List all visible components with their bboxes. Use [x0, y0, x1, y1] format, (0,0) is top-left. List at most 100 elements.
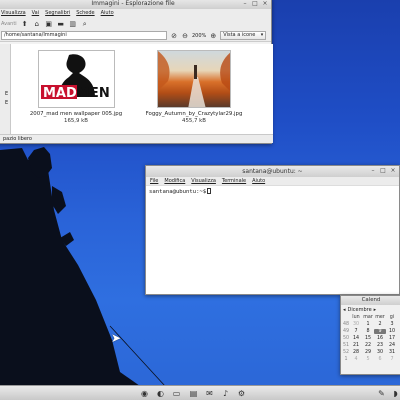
week-number: 51 — [342, 343, 350, 348]
file-view: MAD MEN 2007_mad men wallpaper 005.jpg 1… — [11, 44, 273, 134]
next-month-icon[interactable]: ▸ — [374, 307, 377, 313]
close-icon[interactable]: × — [389, 167, 397, 174]
menu-schede[interactable]: Schede — [76, 9, 94, 17]
up-arrow-icon[interactable]: ⬆ — [21, 20, 29, 28]
calendar-day[interactable]: 1 — [362, 322, 374, 327]
terminal-titlebar[interactable]: santana@ubuntu: ~ – □ × — [146, 166, 399, 177]
calendar-day[interactable]: 23 — [374, 343, 386, 348]
calendar-day[interactable]: 31 — [386, 350, 398, 355]
calendar-title[interactable]: Calend — [341, 296, 400, 305]
calendar-day[interactable]: 22 — [362, 343, 374, 348]
zoom-level: 200% — [192, 32, 207, 39]
file-name: 2007_mad men wallpaper 005.jpg — [29, 111, 123, 117]
calendar-day[interactable]: 15 — [362, 336, 374, 341]
microphone-icon[interactable]: ✎ — [376, 388, 387, 399]
calendar-day[interactable]: 10 — [386, 329, 398, 334]
calendar-day[interactable]: 30 — [350, 322, 362, 327]
menu-visualizza[interactable]: Visualizza — [1, 9, 26, 17]
file-item[interactable]: MAD MEN 2007_mad men wallpaper 005.jpg 1… — [26, 50, 126, 124]
file-thumbnail: MAD MEN — [37, 50, 115, 108]
terminal-prompt: santana@ubuntu:~$ — [149, 189, 207, 195]
location-bar: /home/santana/Immagini ⊘ ⊖ 200% ⊕ Vista … — [0, 30, 271, 42]
calendar-grid: lun mar mer gi 48 30 1 2 3 49 7 8 9 10 50 14 15 16 17 5… — [341, 315, 400, 362]
file-size: 455,7 kB — [182, 118, 206, 124]
volume-icon[interactable]: ◗ — [390, 388, 400, 399]
file-manager-body: E E MAD MEN 2007_mad men wallpaper 005.j… — [0, 44, 273, 134]
madmen-poster-image: MAD MEN — [38, 51, 114, 107]
thumb-text: MEN — [77, 86, 110, 101]
calendar-day[interactable]: 9 — [374, 329, 386, 334]
weekday-header: gi — [389, 315, 395, 320]
menu-modifica[interactable]: Modifica — [164, 177, 185, 185]
file-manager-window: Immagini - Esplorazione file – □ × Visua… — [0, 0, 273, 144]
calendar-day[interactable]: 8 — [362, 329, 374, 334]
terminal-window: santana@ubuntu: ~ – □ × File Modifica Vi… — [145, 165, 400, 295]
thumb-text: MAD — [43, 86, 77, 101]
week-number: 50 — [342, 336, 350, 341]
weekday-header: lun — [352, 315, 360, 320]
clear-icon[interactable]: ⊘ — [170, 32, 178, 40]
music-icon[interactable]: ♪ — [220, 388, 231, 399]
menu-terminale[interactable]: Terminale — [222, 177, 246, 185]
status-bar: pazio libero — [0, 134, 273, 143]
calendar-day[interactable]: 3 — [386, 322, 398, 327]
calendar-day[interactable]: 28 — [350, 350, 362, 355]
calendar-day[interactable]: 24 — [386, 343, 398, 348]
forward-button[interactable]: Avanti — [1, 21, 17, 27]
terminal-menubar: File Modifica Visualizza Terminale Aiuto — [146, 177, 399, 186]
browser-icon[interactable]: ◐ — [155, 388, 166, 399]
calendar-day[interactable]: 17 — [386, 336, 398, 341]
terminal-icon[interactable]: ▭ — [171, 388, 182, 399]
sidebar: E E — [0, 44, 11, 134]
calendar-day[interactable]: 30 — [374, 350, 386, 355]
prev-month-icon[interactable]: ◂ — [343, 307, 346, 313]
view-mode-select[interactable]: Vista a icone — [220, 31, 267, 40]
menu-file[interactable]: File — [150, 177, 158, 185]
file-manager-title: Immagini - Esplorazione file — [91, 0, 175, 7]
calendar-day[interactable]: 7 — [386, 357, 398, 362]
calendar-day[interactable]: 5 — [362, 357, 374, 362]
weekday-header: mer — [375, 315, 385, 320]
file-manager-toolbar: Avanti ⬆ ⌂ ▣ ▬ ▥ ⌕ — [0, 17, 271, 30]
folder-icon[interactable]: ▬ — [57, 20, 65, 28]
calendar-day[interactable]: 29 — [362, 350, 374, 355]
sidebar-letter[interactable]: E — [5, 100, 8, 106]
menu-visualizza[interactable]: Visualizza — [191, 177, 216, 185]
terminal-output[interactable]: santana@ubuntu:~$ — [146, 186, 399, 197]
ubuntu-logo-icon[interactable]: ◉ — [139, 388, 150, 399]
menu-segnalibri[interactable]: Segnalibri — [45, 9, 70, 17]
calendar-day[interactable]: 4 — [350, 357, 362, 362]
home-icon[interactable]: ⌂ — [33, 20, 41, 28]
close-icon[interactable]: × — [261, 0, 269, 7]
desktop: Immagini - Esplorazione file – □ × Visua… — [0, 0, 400, 400]
file-item[interactable]: Foggy_Autumn_by_Crazytylar29.jpg 455,7 k… — [144, 50, 244, 124]
calendar-day[interactable]: 2 — [374, 322, 386, 327]
calendar-day[interactable]: 16 — [374, 336, 386, 341]
mail-icon[interactable]: ✉ — [204, 388, 215, 399]
search-icon[interactable]: ⌕ — [81, 20, 89, 28]
week-number: 48 — [342, 322, 350, 327]
computer-icon[interactable]: ▣ — [45, 20, 53, 28]
sidebar-letter[interactable]: E — [5, 91, 8, 97]
files-icon[interactable]: ▤ — [188, 388, 199, 399]
network-icon[interactable]: ▥ — [69, 20, 77, 28]
calendar-day[interactable]: 7 — [350, 329, 362, 334]
file-thumbnail — [157, 50, 231, 108]
file-manager-titlebar[interactable]: Immagini - Esplorazione file – □ × — [0, 0, 271, 9]
maximize-icon[interactable]: □ — [251, 0, 259, 7]
zoom-out-icon[interactable]: ⊖ — [181, 32, 189, 40]
minimize-icon[interactable]: – — [369, 167, 377, 174]
calendar-day[interactable]: 14 — [350, 336, 362, 341]
settings-icon[interactable]: ⚙ — [236, 388, 247, 399]
location-input[interactable]: /home/santana/Immagini — [1, 31, 167, 40]
minimize-icon[interactable]: – — [241, 0, 249, 7]
calendar-day[interactable]: 21 — [350, 343, 362, 348]
menu-aiuto[interactable]: Aiuto — [101, 9, 114, 17]
maximize-icon[interactable]: □ — [379, 167, 387, 174]
menu-aiuto[interactable]: Aiuto — [252, 177, 265, 185]
terminal-title: santana@ubuntu: ~ — [242, 168, 303, 175]
menu-vai[interactable]: Vai — [32, 9, 40, 17]
dock-panel: ◉ ◐ ▭ ▤ ✉ ♪ ⚙ ✎ ◗ — [0, 385, 400, 400]
calendar-day[interactable]: 6 — [374, 357, 386, 362]
zoom-in-icon[interactable]: ⊕ — [209, 32, 217, 40]
